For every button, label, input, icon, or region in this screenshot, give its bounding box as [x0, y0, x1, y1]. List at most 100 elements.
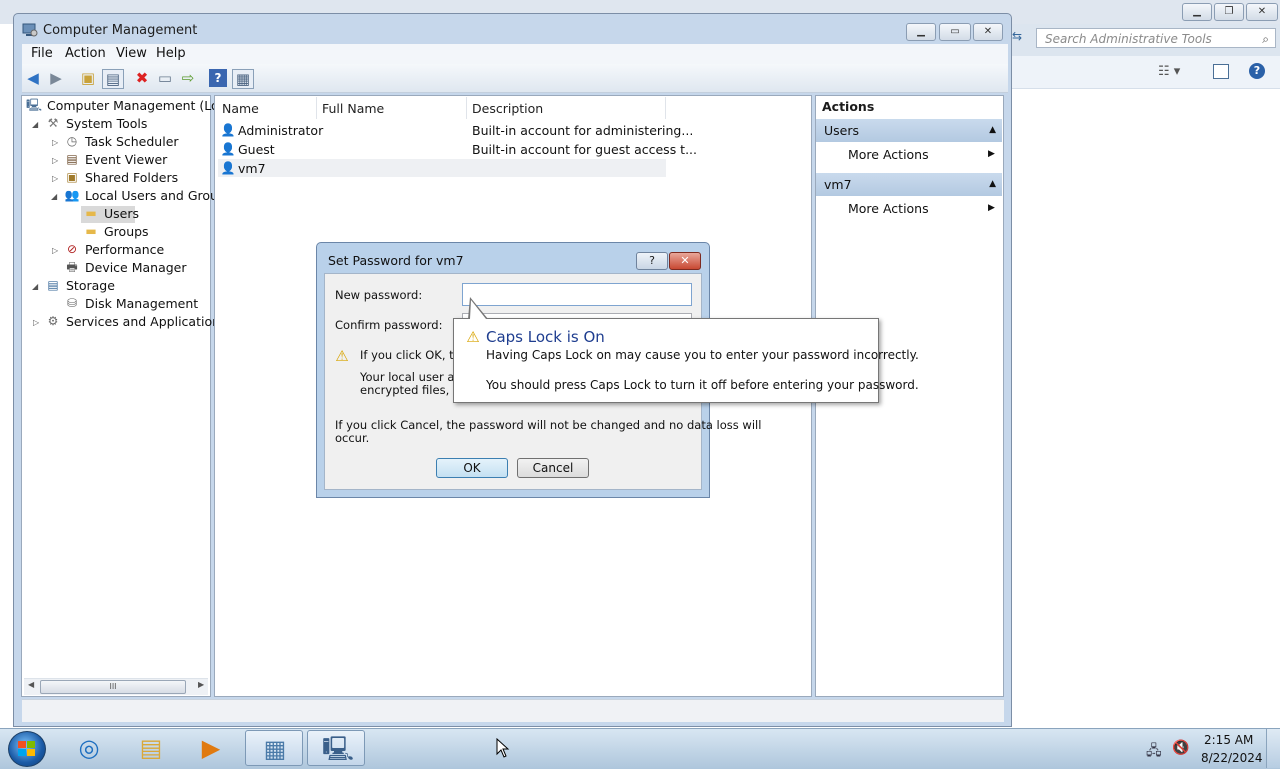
taskbar-admin-tools[interactable]: ▦: [245, 730, 303, 766]
more-actions-users[interactable]: More Actions: [848, 147, 929, 162]
ok-button[interactable]: OK: [436, 458, 508, 478]
refresh-icon[interactable]: ⇆: [1012, 29, 1028, 47]
balloon-title: Caps Lock is On: [486, 328, 605, 346]
user-icon: 👤: [220, 123, 236, 137]
bg-restore-button[interactable]: ❐: [1214, 3, 1244, 21]
tree-scroll-thumb[interactable]: III: [40, 680, 186, 694]
taskbar-ie[interactable]: ◎: [60, 730, 118, 766]
tree-item-storage[interactable]: Storage: [66, 278, 115, 293]
windows-logo-icon: [18, 741, 35, 756]
background-command-bar: [1010, 56, 1280, 89]
collapse-arrow-icon[interactable]: ◢: [51, 192, 57, 201]
actions-group-users[interactable]: Users ▲: [816, 119, 1002, 142]
menu-view[interactable]: View: [116, 46, 147, 61]
tree-item-groups[interactable]: Groups: [104, 224, 149, 239]
cancel-button[interactable]: Cancel: [517, 458, 589, 478]
bg-close-button[interactable]: ✕: [1246, 3, 1278, 21]
maximize-button[interactable]: ▭: [939, 23, 971, 41]
tree-item-shared-folders[interactable]: Shared Folders: [85, 170, 178, 185]
clock-time[interactable]: 2:15 AM: [1204, 733, 1253, 747]
volume-muted-icon[interactable]: 🔇: [1172, 740, 1189, 756]
clock-date[interactable]: 8/22/2024: [1201, 751, 1263, 765]
balloon-line1: Having Caps Lock on may cause you to ent…: [486, 348, 919, 362]
row-name[interactable]: Guest: [238, 142, 275, 157]
search-input[interactable]: Search Administrative Tools ⌕: [1036, 28, 1276, 48]
taskbar-explorer[interactable]: ▤: [122, 730, 180, 766]
status-bar: [22, 699, 1004, 722]
delete-icon[interactable]: ✖: [133, 69, 151, 87]
back-icon[interactable]: ◀: [24, 69, 42, 87]
show-desktop-button[interactable]: [1266, 729, 1280, 768]
network-icon[interactable]: 🖧: [1146, 740, 1162, 764]
help-toolbar-icon[interactable]: ?: [209, 69, 227, 87]
dialog-title: Set Password for vm7: [328, 253, 464, 268]
tree-item-local-users-groups[interactable]: Local Users and Groups: [85, 188, 232, 203]
up-folder-icon[interactable]: ▣: [79, 69, 97, 87]
submenu-arrow-icon[interactable]: ▶: [988, 203, 995, 213]
media-player-icon: ▶: [201, 734, 221, 762]
preview-pane-icon[interactable]: [1213, 64, 1229, 79]
tree-item-performance[interactable]: Performance: [85, 242, 164, 257]
show-hide-tree-icon[interactable]: ▤: [102, 69, 124, 89]
expand-arrow-icon[interactable]: ▷: [52, 174, 58, 183]
tree-item-services-applications[interactable]: Services and Applications: [66, 314, 227, 329]
tree-item-event-viewer[interactable]: Event Viewer: [85, 152, 167, 167]
column-separator: [665, 97, 666, 119]
tree-item-system-tools[interactable]: System Tools: [66, 116, 147, 131]
start-button[interactable]: [8, 731, 46, 767]
tree-item-root[interactable]: Computer Management (Local: [47, 98, 237, 113]
expand-arrow-icon[interactable]: ▷: [33, 318, 39, 327]
users-groups-icon: 👥: [64, 188, 80, 202]
collapse-caret-icon[interactable]: ▲: [989, 119, 996, 142]
expand-arrow-icon[interactable]: ▷: [52, 246, 58, 255]
folder-icon: ▬: [85, 206, 97, 220]
bg-minimize-button[interactable]: ▁: [1182, 3, 1212, 21]
new-password-field[interactable]: [462, 283, 692, 306]
table-row-selected[interactable]: [218, 159, 666, 177]
search-icon[interactable]: ⌕: [1262, 29, 1269, 49]
expand-arrow-icon[interactable]: ▷: [52, 156, 58, 165]
device-manager-icon: 🖶: [66, 260, 78, 274]
tree-item-disk-management[interactable]: Disk Management: [85, 296, 198, 311]
warning-text-line1: If you click OK, the: [360, 348, 469, 362]
row-name[interactable]: Administrator: [238, 123, 323, 138]
more-actions-vm7[interactable]: More Actions: [848, 201, 929, 216]
actions-group-title: Users: [824, 123, 860, 138]
close-button[interactable]: ✕: [973, 23, 1003, 41]
disk-management-icon: ⛁: [66, 296, 78, 310]
scroll-right-icon[interactable]: ▶: [198, 680, 204, 689]
menu-action[interactable]: Action: [65, 46, 106, 61]
menu-help[interactable]: Help: [156, 46, 186, 61]
column-header-name[interactable]: Name: [222, 101, 259, 116]
scroll-left-icon[interactable]: ◀: [28, 680, 34, 689]
taskbar-media-player[interactable]: ▶: [182, 730, 240, 766]
balloon-line2: You should press Caps Lock to turn it of…: [486, 378, 919, 392]
tree-item-users[interactable]: Users: [104, 206, 139, 221]
export-list-icon[interactable]: ⇨: [179, 69, 197, 87]
actions-group-title: vm7: [824, 177, 852, 192]
dialog-close-button[interactable]: ✕: [669, 252, 701, 270]
row-name[interactable]: vm7: [238, 161, 266, 176]
forward-icon[interactable]: ▶: [47, 69, 65, 87]
computer-management-icon: 🖳: [322, 735, 355, 763]
minimize-button[interactable]: ▁: [906, 23, 936, 41]
tree-item-task-scheduler[interactable]: Task Scheduler: [85, 134, 179, 149]
taskbar-computer-management[interactable]: 🖳: [307, 730, 365, 766]
row-description: Built-in account for guest access t...: [472, 142, 698, 157]
column-header-full-name[interactable]: Full Name: [322, 101, 384, 116]
collapse-arrow-icon[interactable]: ◢: [32, 120, 38, 129]
show-hide-action-pane-icon[interactable]: ▦: [232, 69, 254, 89]
menu-file[interactable]: File: [31, 46, 53, 61]
actions-group-vm7[interactable]: vm7 ▲: [816, 173, 1002, 196]
tree-item-device-manager[interactable]: Device Manager: [85, 260, 187, 275]
help-icon[interactable]: ?: [1249, 63, 1265, 79]
submenu-arrow-icon[interactable]: ▶: [988, 149, 995, 159]
collapse-caret-icon[interactable]: ▲: [989, 173, 996, 196]
properties-icon[interactable]: ▭: [156, 69, 174, 87]
dialog-help-button[interactable]: ?: [636, 252, 668, 270]
collapse-arrow-icon[interactable]: ◢: [32, 282, 38, 291]
performance-icon: ⊘: [66, 242, 78, 256]
expand-arrow-icon[interactable]: ▷: [52, 138, 58, 147]
column-header-description[interactable]: Description: [472, 101, 543, 116]
view-options-icon[interactable]: ☷ ▾: [1158, 64, 1180, 79]
